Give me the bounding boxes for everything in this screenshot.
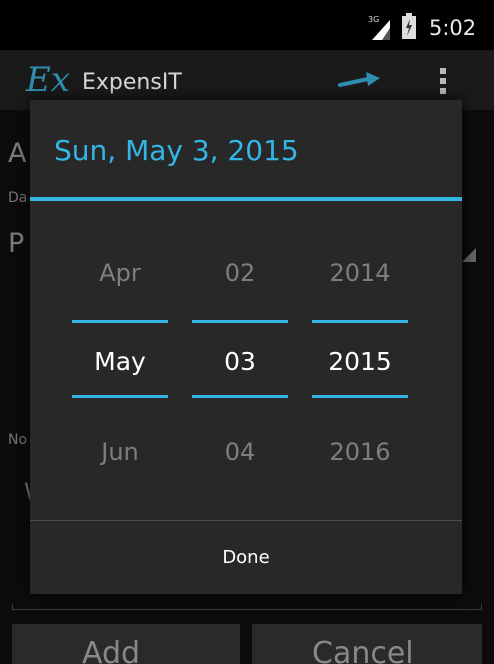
date-label-partial: Da [8,190,28,206]
cancel-button-partial-label: Cancel [312,636,414,664]
done-button[interactable]: Done [30,521,462,594]
app-title: ExpensIT [82,70,182,95]
month-selection-line-top [72,320,168,323]
year-selection-line-bottom [312,395,408,398]
date-picker-dialog: Sun, May 3, 2015 Apr May Jun 02 03 04 20… [30,100,462,594]
day-current[interactable]: 03 [192,347,288,377]
app-logo: Ex [26,60,70,100]
month-current[interactable]: May [72,347,168,377]
year-picker[interactable]: 2014 2015 2016 [312,250,408,480]
day-prev[interactable]: 02 [192,258,288,288]
category-field-partial: P [8,228,25,259]
status-bar: 3G 5:02 [0,0,494,50]
month-next[interactable]: Jun [72,437,168,467]
add-button-partial-label: Add [82,636,141,664]
status-time: 5:02 [429,16,477,40]
notes-field-underline [12,604,482,610]
network-type-label: 3G [368,15,379,24]
amount-field-partial: A [8,138,27,169]
day-selection-line-top [192,320,288,323]
year-current[interactable]: 2015 [312,347,408,377]
month-picker[interactable]: Apr May Jun [72,250,168,480]
overflow-menu-icon[interactable] [438,68,448,102]
dialog-title: Sun, May 3, 2015 [54,134,299,167]
day-selection-line-bottom [192,395,288,398]
year-next[interactable]: 2016 [312,437,408,467]
day-next[interactable]: 04 [192,437,288,467]
title-divider [30,197,462,201]
signal-3g-icon: 3G [368,15,390,40]
notes-label-partial: No [8,432,28,448]
day-picker[interactable]: 02 03 04 [192,250,288,480]
month-selection-line-bottom [72,395,168,398]
dropdown-arrow-icon [462,248,476,262]
send-icon[interactable] [338,70,382,92]
year-prev[interactable]: 2014 [312,258,408,288]
battery-icon [402,13,416,39]
year-selection-line-top [312,320,408,323]
month-prev[interactable]: Apr [72,258,168,288]
